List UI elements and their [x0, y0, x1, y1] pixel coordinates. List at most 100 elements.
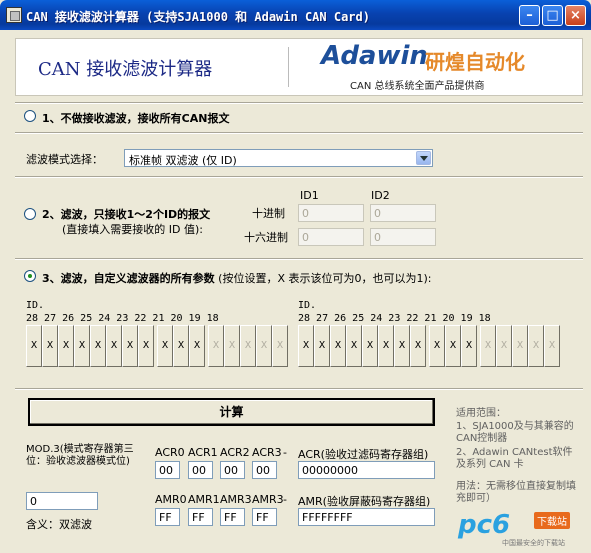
- mod3-input[interactable]: 0: [26, 492, 98, 510]
- option2-radio[interactable]: [24, 208, 36, 220]
- bit-toggle[interactable]: X: [74, 325, 90, 367]
- bit-toggle[interactable]: X: [157, 325, 173, 367]
- bit-toggle[interactable]: X: [512, 325, 528, 367]
- close-button[interactable]: ×: [565, 5, 586, 26]
- bit-toggle[interactable]: X: [528, 325, 544, 367]
- bit-toggle[interactable]: X: [314, 325, 330, 367]
- acr3-input[interactable]: 00: [252, 461, 277, 479]
- amr-dash: -: [283, 493, 287, 506]
- bit-toggle[interactable]: X: [58, 325, 74, 367]
- acr1-header: ACR1: [188, 446, 218, 459]
- bit-toggle[interactable]: X: [106, 325, 122, 367]
- bit-toggle[interactable]: X: [394, 325, 410, 367]
- bit-toggle[interactable]: X: [272, 325, 288, 367]
- app-icon: [6, 7, 22, 23]
- amr0-header: AMR0: [155, 493, 187, 506]
- amr0-input[interactable]: FF: [155, 508, 180, 526]
- acr3-header: ACR3: [252, 446, 282, 459]
- bit-toggle[interactable]: X: [26, 325, 42, 367]
- acr-dash: -: [283, 446, 287, 459]
- amr2-input[interactable]: FF: [220, 508, 245, 526]
- amr1-header: AMR1: [188, 493, 220, 506]
- divider: [15, 132, 583, 134]
- hex-label: 十六进制: [244, 231, 288, 244]
- bit-numbers-right: 28 27 26 25 24 23 22 21 20 19 18: [298, 313, 491, 324]
- amr3-header: AMR3: [252, 493, 284, 506]
- watermark-text: pc6: [458, 510, 511, 540]
- option2-label: 2、滤波，只接收1～2个ID的报文: [42, 208, 211, 221]
- bit-toggle[interactable]: X: [208, 325, 224, 367]
- filter-mode-value: 标准帧 双滤波 (仅 ID): [129, 154, 237, 167]
- chevron-down-icon[interactable]: [416, 151, 431, 165]
- acr-combined-input[interactable]: 00000000: [298, 461, 435, 479]
- watermark-logo: pc6 下载站 中国最安全的下载站: [456, 508, 584, 548]
- bit-toggle[interactable]: X: [480, 325, 496, 367]
- bit-toggle[interactable]: X: [90, 325, 106, 367]
- amr2-header: AMR3: [220, 493, 252, 506]
- bit-toggle[interactable]: X: [42, 325, 58, 367]
- right-group-0: XXXXXXXX: [298, 325, 426, 367]
- minimize-button[interactable]: –: [519, 5, 540, 26]
- id2-hex-input[interactable]: 0: [370, 228, 436, 246]
- header-banner: CAN 接收滤波计算器 Adawin 研煌自动化 CAN 总线系统全面产品提供商: [15, 38, 583, 96]
- bit-toggle[interactable]: X: [240, 325, 256, 367]
- mod3-meaning: 含义：双滤波: [26, 518, 92, 531]
- left-group-0: XXXXXXXX: [26, 325, 154, 367]
- amr-combined-input[interactable]: FFFFFFFF: [298, 508, 435, 526]
- bit-toggle[interactable]: X: [496, 325, 512, 367]
- bit-toggle[interactable]: X: [298, 325, 314, 367]
- acr2-input[interactable]: 00: [220, 461, 245, 479]
- divider: [15, 388, 583, 390]
- option2-sublabel: (直接填入需要接收的 ID 值):: [62, 223, 203, 236]
- option3-radio[interactable]: [24, 270, 36, 282]
- decimal-label: 十进制: [252, 207, 285, 220]
- bit-toggle[interactable]: X: [330, 325, 346, 367]
- id1-header: ID1: [300, 189, 319, 202]
- scope-item-1: 1、SJA1000及与其兼容的CAN控制器: [456, 421, 574, 444]
- maximize-button[interactable]: □: [542, 5, 563, 26]
- left-group-1: XXX: [157, 325, 205, 367]
- acr0-input[interactable]: 00: [155, 461, 180, 479]
- title-bar: CAN 接收滤波计算器 (支持SJA1000 和 Adawin CAN Card…: [0, 0, 591, 30]
- left-group-2: XXXXX: [208, 325, 288, 367]
- brand-logo: Adawin: [321, 41, 428, 71]
- id-prefix-left: ID.: [26, 300, 45, 311]
- filter-mode-label: 滤波模式选择：: [26, 153, 103, 166]
- option3-label: 3、滤波，自定义滤波器的所有参数 (按位设置，X 表示该位可为0，也可以为1):: [42, 270, 431, 286]
- bit-toggle[interactable]: X: [122, 325, 138, 367]
- id1-decimal-input[interactable]: 0: [298, 204, 364, 222]
- calculate-button[interactable]: 计算: [28, 398, 435, 426]
- brand-subtitle: CAN 总线系统全面产品提供商: [350, 81, 485, 92]
- bit-toggle[interactable]: X: [224, 325, 240, 367]
- bit-toggle[interactable]: X: [138, 325, 154, 367]
- bit-toggle[interactable]: X: [429, 325, 445, 367]
- id-prefix-right: ID.: [298, 300, 317, 311]
- acr1-input[interactable]: 00: [188, 461, 213, 479]
- bit-toggle[interactable]: X: [378, 325, 394, 367]
- id2-decimal-input[interactable]: 0: [370, 204, 436, 222]
- bit-toggle[interactable]: X: [256, 325, 272, 367]
- bit-toggle[interactable]: X: [173, 325, 189, 367]
- amr1-input[interactable]: FF: [188, 508, 213, 526]
- watermark-subtitle: 中国最安全的下载站: [502, 539, 565, 547]
- bit-toggle[interactable]: X: [189, 325, 205, 367]
- bit-toggle[interactable]: X: [362, 325, 378, 367]
- acr-combined-label: ACR(验收过滤码寄存器组): [298, 448, 429, 461]
- bit-toggle[interactable]: X: [346, 325, 362, 367]
- bit-toggle[interactable]: X: [461, 325, 477, 367]
- scope-title: 适用范围：: [456, 408, 506, 419]
- right-group-2: XXXXX: [480, 325, 560, 367]
- watermark-tag: 下载站: [534, 512, 570, 529]
- option1-radio[interactable]: [24, 110, 36, 122]
- filter-mode-select[interactable]: 标准帧 双滤波 (仅 ID): [124, 149, 433, 167]
- amr3-input[interactable]: FF: [252, 508, 277, 526]
- id1-hex-input[interactable]: 0: [298, 228, 364, 246]
- bitfield-left: XXXXXXXXXXXXXXXX: [26, 325, 291, 367]
- right-group-1: XXX: [429, 325, 477, 367]
- option3-description: (按位设置，X 表示该位可为0，也可以为1):: [218, 272, 432, 285]
- divider: [15, 176, 583, 178]
- bit-toggle[interactable]: X: [544, 325, 560, 367]
- bit-toggle[interactable]: X: [410, 325, 426, 367]
- option3-title: 3、滤波，自定义滤波器的所有参数: [42, 272, 215, 285]
- bit-toggle[interactable]: X: [445, 325, 461, 367]
